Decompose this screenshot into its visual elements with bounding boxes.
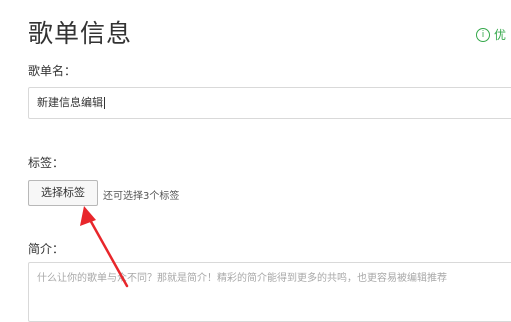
annotation-arrow [80, 206, 129, 288]
